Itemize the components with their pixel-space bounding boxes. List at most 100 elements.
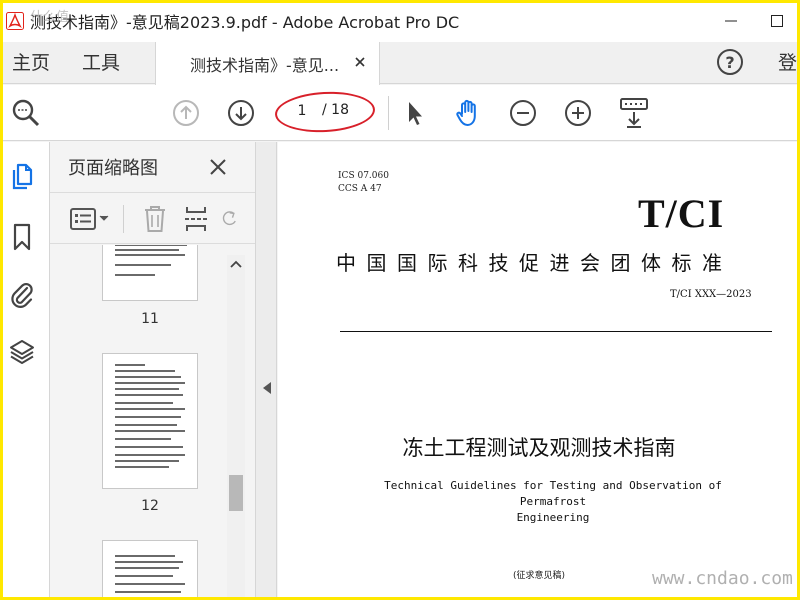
tab-tools[interactable]: 工具 bbox=[82, 42, 120, 84]
zoom-in-icon bbox=[565, 100, 591, 126]
attachments-button[interactable] bbox=[7, 279, 37, 309]
thumbnail-scrollbar[interactable] bbox=[227, 255, 245, 600]
thumbnail-text-line bbox=[115, 575, 173, 577]
standard-type: 中国国际科技促进会团体标准 bbox=[336, 251, 733, 275]
thumbnail-text-line bbox=[115, 264, 171, 266]
bookmarks-button[interactable] bbox=[7, 222, 37, 252]
thumbnail-toolbar bbox=[50, 192, 255, 244]
maximize-button[interactable] bbox=[754, 0, 800, 42]
thumbnail-text-line bbox=[115, 460, 179, 462]
thumbnail-text-line bbox=[115, 245, 187, 246]
arrow-pointer-icon bbox=[409, 102, 422, 125]
thumbnail-text-line bbox=[115, 561, 183, 563]
navigation-rail bbox=[0, 142, 50, 600]
tab-home[interactable]: 主页 bbox=[12, 42, 50, 84]
scroll-up-button[interactable] bbox=[227, 255, 245, 273]
scroll-thumb[interactable] bbox=[229, 475, 243, 511]
help-icon[interactable]: ? bbox=[715, 47, 745, 77]
rotate-page-button[interactable] bbox=[220, 205, 238, 233]
thumbnail-text-line bbox=[115, 394, 183, 396]
ics-code: ICS 07.060 bbox=[338, 171, 389, 181]
minimize-button[interactable] bbox=[708, 0, 754, 42]
panel-title: 页面缩略图 bbox=[68, 158, 158, 179]
thumbnail-text-line bbox=[115, 446, 183, 448]
window-controls bbox=[708, 0, 800, 42]
thumbnail-text-line bbox=[115, 438, 171, 440]
title-en-line: Engineering bbox=[516, 511, 590, 524]
bookmark-icon bbox=[13, 223, 31, 251]
zoom-marquee-button[interactable] bbox=[10, 97, 42, 129]
close-icon[interactable] bbox=[207, 156, 229, 178]
delete-page-button[interactable] bbox=[140, 205, 170, 233]
layers-button[interactable] bbox=[7, 337, 37, 367]
thumbnail-page-number: 11 bbox=[141, 311, 159, 327]
zoom-out-button[interactable] bbox=[507, 97, 539, 129]
thumbnail-text-line bbox=[115, 274, 155, 276]
title-en-line: Technical Guidelines for Testing and Obs… bbox=[384, 479, 722, 508]
layers-icon bbox=[10, 340, 34, 364]
minimize-icon bbox=[725, 20, 737, 22]
zoom-out-icon bbox=[510, 100, 536, 126]
title-bar: 测技术指南》-意见稿2023.9.pdf - Adobe Acrobat Pro… bbox=[0, 0, 800, 42]
select-tool-button[interactable] bbox=[398, 97, 430, 129]
thumbnail-text-line bbox=[115, 388, 179, 390]
hand-tool-button[interactable] bbox=[452, 97, 484, 129]
keyboard-tool-button[interactable] bbox=[617, 97, 651, 129]
thumbnail-text-line bbox=[115, 402, 173, 404]
standard-logo-text: T/CI bbox=[638, 191, 725, 236]
toolbar-divider bbox=[123, 205, 124, 233]
tab-bar: 主页 工具 测技术指南》-意见... bbox=[0, 42, 800, 85]
thumbnail-text-line bbox=[115, 591, 181, 593]
toolbar bbox=[0, 85, 800, 141]
collapse-panel-icon[interactable] bbox=[262, 381, 272, 395]
trash-icon bbox=[145, 206, 165, 232]
arrow-up-circle-icon bbox=[173, 100, 199, 126]
acrobat-icon bbox=[6, 12, 24, 30]
insert-pages-icon bbox=[185, 207, 209, 231]
thumbnail-text-line bbox=[115, 254, 185, 256]
insert-page-button[interactable] bbox=[182, 205, 212, 233]
arrow-down-circle-icon bbox=[228, 100, 254, 126]
pages-icon bbox=[12, 163, 33, 190]
thumbnail-page-12[interactable] bbox=[102, 353, 198, 489]
classification-codes: ICS 07.060 CCS A 47 bbox=[338, 170, 389, 196]
thumbnail-text-line bbox=[115, 408, 185, 410]
thumbnail-text-line bbox=[115, 567, 179, 569]
thumbnail-text-line bbox=[115, 364, 145, 366]
thumbnail-text-line bbox=[115, 424, 177, 426]
rotate-icon bbox=[222, 211, 236, 226]
toolbar-divider bbox=[388, 96, 389, 130]
site-watermark: www.cndao.com bbox=[652, 568, 793, 589]
document-title-cn: 冻土工程测试及观测技术指南 bbox=[402, 436, 676, 460]
thumbnail-text-line bbox=[115, 430, 185, 432]
svg-text:?: ? bbox=[725, 53, 734, 72]
page-thumbnails-button[interactable] bbox=[7, 162, 37, 192]
hand-icon bbox=[456, 99, 476, 126]
zoom-in-button[interactable] bbox=[562, 97, 594, 129]
panel-splitter[interactable] bbox=[255, 142, 277, 600]
thumbnail-text-line bbox=[115, 249, 179, 251]
zoom-marquee-icon bbox=[12, 99, 40, 127]
tab-document[interactable]: 测技术指南》-意见... bbox=[155, 42, 380, 85]
thumbnail-text-line bbox=[115, 555, 175, 557]
paperclip-icon bbox=[11, 283, 33, 308]
thumbnail-page-11[interactable] bbox=[102, 245, 198, 301]
thumbnail-list: 11 12 bbox=[50, 245, 255, 600]
thumbnail-text-line bbox=[115, 466, 169, 468]
corner-watermark: 什么值 bbox=[30, 10, 70, 25]
thumbnail-text-line bbox=[115, 416, 181, 418]
document-page: ICS 07.060 CCS A 47 T/CI 中国国际科技促进会团体标准 T… bbox=[278, 142, 800, 600]
divider-line bbox=[340, 331, 772, 332]
next-page-button[interactable] bbox=[225, 97, 257, 129]
thumbnail-page-13[interactable] bbox=[102, 540, 198, 600]
options-menu-button[interactable] bbox=[68, 205, 114, 233]
thumbnail-text-line bbox=[115, 454, 185, 456]
sign-in-link[interactable]: 登 bbox=[778, 42, 797, 84]
previous-page-button[interactable] bbox=[170, 97, 202, 129]
page-thumbnails-panel: 页面缩略图 11 12 bbox=[50, 142, 255, 600]
maximize-icon bbox=[771, 15, 783, 27]
close-icon[interactable] bbox=[351, 53, 369, 71]
standard-number: T/CI XXX—2023 bbox=[670, 289, 752, 300]
thumbnail-page-number: 12 bbox=[141, 498, 159, 514]
thumbnail-text-line bbox=[115, 382, 185, 384]
